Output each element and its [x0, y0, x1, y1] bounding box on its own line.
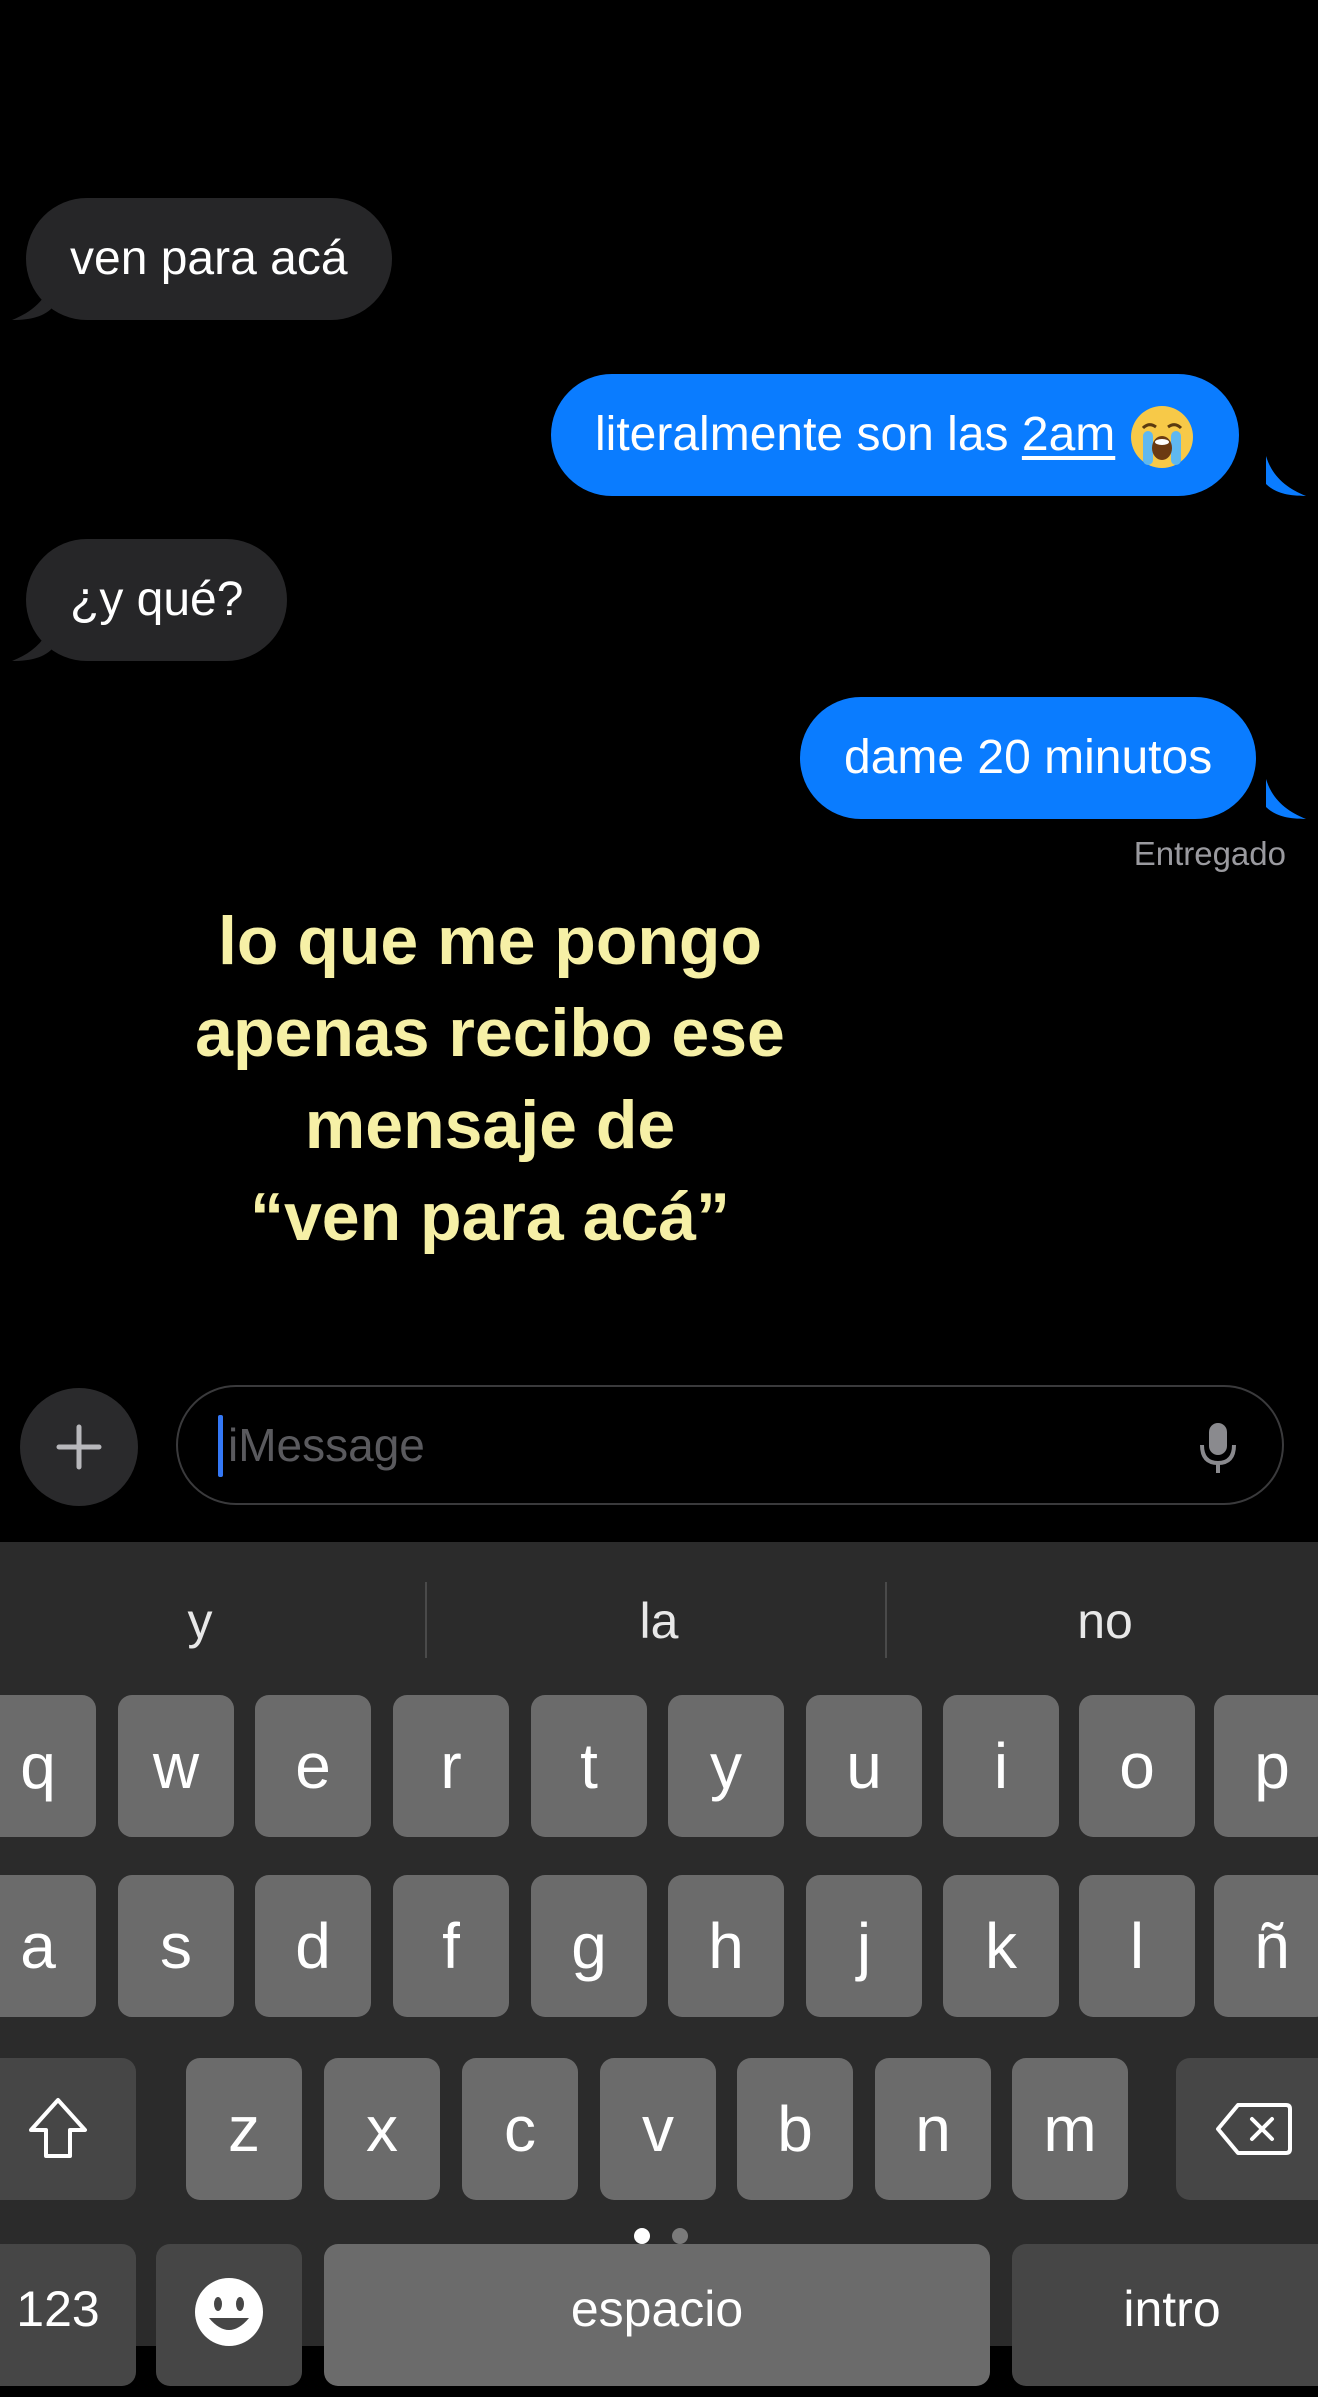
- loudly-crying-face-icon: [1131, 406, 1194, 469]
- key-v[interactable]: v: [600, 2058, 716, 2200]
- key-m[interactable]: m: [1012, 2058, 1128, 2200]
- key-q[interactable]: q: [0, 1695, 96, 1837]
- caption-line: mensaje de: [304, 1087, 676, 1163]
- return-key[interactable]: intro: [1012, 2244, 1318, 2386]
- message-text: ¿y qué?: [70, 573, 244, 626]
- key-y[interactable]: y: [668, 1695, 784, 1837]
- key-n-tilde[interactable]: ñ: [1214, 1875, 1318, 2017]
- key-s[interactable]: s: [118, 1875, 234, 2017]
- microphone-icon[interactable]: [1198, 1421, 1238, 1477]
- key-u[interactable]: u: [806, 1695, 922, 1837]
- key-o[interactable]: o: [1079, 1695, 1195, 1837]
- caption-overlay: lo que me pongo apenas recibo ese mensaj…: [80, 895, 900, 1263]
- shift-icon: [29, 2098, 87, 2158]
- key-g[interactable]: g: [531, 1875, 647, 2017]
- bubble-tail: [1266, 779, 1306, 819]
- message-sent[interactable]: literalmente son las 2am: [551, 374, 1240, 496]
- message-text: literalmente son las: [595, 408, 1022, 461]
- keyboard: y la no q w e r t y u i o p a s d f g h …: [0, 1542, 1318, 2386]
- delete-key[interactable]: [1176, 2058, 1318, 2200]
- message-placeholder: iMessage: [228, 1419, 425, 1471]
- key-t[interactable]: t: [531, 1695, 647, 1837]
- key-e[interactable]: e: [255, 1695, 371, 1837]
- key-x[interactable]: x: [324, 2058, 440, 2200]
- key-d[interactable]: d: [255, 1875, 371, 2017]
- key-z[interactable]: z: [186, 2058, 302, 2200]
- key-p[interactable]: p: [1214, 1695, 1318, 1837]
- key-i[interactable]: i: [943, 1695, 1059, 1837]
- key-r[interactable]: r: [393, 1695, 509, 1837]
- message-text: ven para acá: [70, 232, 348, 285]
- suggestion-divider: [885, 1582, 887, 1658]
- suggestion-item[interactable]: no: [895, 1592, 1315, 1650]
- key-a[interactable]: a: [0, 1875, 96, 2017]
- bubble-tail: [1266, 456, 1306, 496]
- suggestion-divider: [425, 1582, 427, 1658]
- key-f[interactable]: f: [393, 1875, 509, 2017]
- message-received[interactable]: ven para acá: [26, 198, 392, 320]
- keyboard-page-dot: [672, 2228, 688, 2244]
- message-sent[interactable]: dame 20 minutos: [800, 697, 1257, 819]
- key-n[interactable]: n: [875, 2058, 991, 2200]
- emoji-key[interactable]: [156, 2244, 302, 2386]
- caption-line: apenas recibo ese: [195, 995, 785, 1071]
- key-c[interactable]: c: [462, 2058, 578, 2200]
- delivery-status: Entregado: [1133, 835, 1286, 872]
- key-j[interactable]: j: [806, 1875, 922, 2017]
- key-b[interactable]: b: [737, 2058, 853, 2200]
- message-received[interactable]: ¿y qué?: [26, 539, 288, 661]
- text-cursor: [218, 1415, 223, 1477]
- caption-line: lo que me pongo: [218, 903, 762, 979]
- plus-icon: [56, 1424, 102, 1470]
- caption-line: “ven para acá”: [249, 1179, 731, 1255]
- suggestion-item[interactable]: la: [449, 1592, 869, 1650]
- key-h[interactable]: h: [668, 1875, 784, 2017]
- numbers-key[interactable]: 123: [0, 2244, 136, 2386]
- message-input[interactable]: iMessage: [176, 1385, 1284, 1505]
- suggestion-item[interactable]: y: [0, 1592, 410, 1650]
- apps-plus-button[interactable]: [20, 1388, 138, 1506]
- emoji-icon: [195, 2278, 263, 2346]
- time-link[interactable]: 2am: [1022, 408, 1115, 461]
- message-text: dame 20 minutos: [844, 731, 1213, 784]
- key-w[interactable]: w: [118, 1695, 234, 1837]
- space-bar[interactable]: espacio: [324, 2244, 990, 2386]
- key-l[interactable]: l: [1079, 1875, 1195, 2017]
- keyboard-page-dot: [634, 2228, 650, 2244]
- shift-key[interactable]: [0, 2058, 136, 2200]
- key-k[interactable]: k: [943, 1875, 1059, 2017]
- backspace-icon: [1216, 2103, 1292, 2155]
